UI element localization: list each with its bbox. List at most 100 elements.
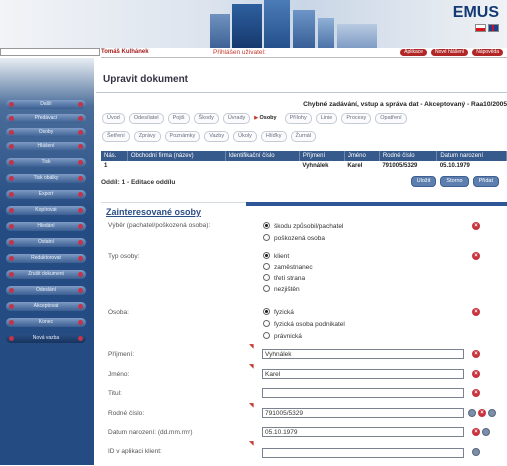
- typ-option-nezjisten[interactable]: nezjištěn: [263, 285, 300, 293]
- tab-setreni[interactable]: Šetření: [102, 131, 130, 142]
- titul-input[interactable]: [262, 388, 464, 398]
- titul-label: Titul:: [108, 390, 122, 397]
- datum-narozeni-input[interactable]: 05.10.1979: [262, 427, 464, 437]
- building-graphic: [210, 14, 230, 48]
- flag-cz-icon[interactable]: [475, 24, 486, 32]
- column-header[interactable]: Obchodní firma (název): [127, 151, 226, 161]
- settings-icon[interactable]: [488, 409, 496, 417]
- sidebar-item[interactable]: Akceptovat: [6, 302, 86, 311]
- tab-procesy[interactable]: Procesy: [341, 113, 372, 124]
- tab-poznamky[interactable]: Poznámky: [164, 131, 201, 142]
- tab-pojis[interactable]: Pojiš: [167, 113, 190, 124]
- table-cell: [127, 161, 225, 171]
- top-link-napoveda[interactable]: Nápověda: [472, 49, 503, 56]
- tab-zurnal[interactable]: Žurnál: [290, 131, 317, 142]
- table-cell: Karel: [347, 163, 363, 169]
- calendar-icon[interactable]: [482, 428, 490, 436]
- column-header[interactable]: Identifikační číslo: [225, 151, 300, 161]
- radio-icon[interactable]: [263, 274, 270, 281]
- vyber-option-poskozena[interactable]: poškozená osoba: [263, 234, 325, 242]
- flag-en-icon[interactable]: [488, 24, 499, 32]
- radio-selected-icon[interactable]: [263, 252, 270, 259]
- osoba-option-pravnicka[interactable]: právnická: [263, 332, 302, 340]
- sidebar-item[interactable]: Další: [6, 100, 86, 109]
- sidebar-item[interactable]: Export: [6, 190, 86, 199]
- table-row[interactable]: 1 Vyhnálek Karel 791005/5329 05.10.1979: [101, 161, 507, 171]
- tab-hlidky[interactable]: Hlíďky: [260, 131, 287, 142]
- tab-linie[interactable]: Linie: [315, 113, 338, 124]
- column-header[interactable]: Rodné číslo: [379, 151, 438, 161]
- prijmeni-input[interactable]: Vyhnálek: [262, 349, 464, 359]
- sidebar-item[interactable]: Odeslání: [6, 286, 86, 295]
- sidebar-item[interactable]: Tisk obálky: [6, 174, 86, 183]
- radio-selected-icon[interactable]: [263, 222, 270, 229]
- sidebar-item-selected[interactable]: Nová vazba: [6, 334, 86, 343]
- column-header[interactable]: Datum narození: [436, 151, 507, 161]
- osoba-option-fyzicka[interactable]: fyzická: [263, 308, 294, 316]
- tab-osoby[interactable]: Osoby: [254, 114, 280, 123]
- table-header-row: Nás. Obchodní firma (název) Identifikačn…: [101, 151, 507, 161]
- osoba-label: Osoba:: [108, 309, 129, 316]
- sidebar-item[interactable]: Redaktorovat: [6, 254, 86, 263]
- sidebar-item[interactable]: Osoby: [6, 128, 86, 137]
- id-aplikace-input[interactable]: [262, 448, 464, 458]
- typ-option-klient[interactable]: klient: [263, 252, 289, 260]
- column-header[interactable]: Nás.: [101, 151, 128, 161]
- osoba-option-podnikatel[interactable]: fyzická osoba podnikatel: [263, 320, 345, 328]
- rodne-cislo-input[interactable]: 791005/5329: [262, 408, 464, 418]
- tab-uvod[interactable]: Úvod: [102, 113, 125, 124]
- top-link-nove-hlaseni[interactable]: Nové hlášení: [431, 49, 469, 56]
- radio-icon[interactable]: [263, 285, 270, 292]
- delete-icon[interactable]: ×: [472, 252, 480, 260]
- radio-icon[interactable]: [263, 263, 270, 270]
- delete-icon[interactable]: ×: [472, 350, 480, 358]
- page-title: Upravit dokument: [103, 74, 189, 85]
- tab-prilohy[interactable]: Přílohy: [284, 113, 312, 124]
- radio-icon[interactable]: [263, 332, 270, 339]
- typ-option-zamestnanec[interactable]: zaměstnanec: [263, 263, 313, 271]
- column-header[interactable]: Jméno: [344, 151, 380, 161]
- info-icon[interactable]: [468, 409, 476, 417]
- info-icon[interactable]: [472, 448, 480, 456]
- sidebar-item[interactable]: Kopírovat: [6, 206, 86, 215]
- delete-icon[interactable]: ×: [472, 308, 480, 316]
- sidebar-item[interactable]: Předávací: [6, 114, 86, 123]
- cancel-button[interactable]: Storno: [440, 176, 469, 187]
- tab-uvrady[interactable]: Úvrady: [222, 113, 251, 124]
- delete-icon[interactable]: ×: [472, 428, 480, 436]
- sidebar-item[interactable]: Ostatní: [6, 238, 86, 247]
- sidebar-item[interactable]: Tisk: [6, 158, 86, 167]
- radio-selected-icon[interactable]: [263, 308, 270, 315]
- sidebar-item[interactable]: Konec: [6, 318, 86, 327]
- required-marker: ◥: [249, 344, 254, 350]
- delete-icon[interactable]: ×: [472, 370, 480, 378]
- top-link-aplikace[interactable]: Aplikace: [400, 49, 428, 56]
- typ-option-treti-strana[interactable]: třetí strana: [263, 274, 305, 282]
- jmeno-input[interactable]: Karel: [262, 369, 464, 379]
- delete-icon[interactable]: ×: [472, 222, 480, 230]
- tab-opatreni[interactable]: Opatření: [375, 113, 407, 124]
- sidebar-item[interactable]: Hlášení: [6, 142, 86, 151]
- tab-odesilatel[interactable]: Odesílatel: [128, 113, 164, 124]
- column-header[interactable]: Příjmení: [299, 151, 345, 161]
- add-button[interactable]: Přidat: [472, 176, 499, 187]
- tab-vazby[interactable]: Vazby: [204, 131, 230, 142]
- tab-ukoly[interactable]: Úkoly: [233, 131, 257, 142]
- radio-icon[interactable]: [263, 234, 270, 241]
- save-button[interactable]: Uložit: [410, 176, 437, 187]
- tab-skody[interactable]: Škody: [193, 113, 219, 124]
- id-aplikace-label: ID v aplikaci klient:: [108, 448, 162, 455]
- divider: [96, 92, 507, 93]
- sidebar-item[interactable]: Hledání: [6, 222, 86, 231]
- sidebar-item[interactable]: Zrušit dokument: [6, 270, 86, 279]
- search-box[interactable]: [0, 48, 100, 56]
- persons-table: Nás. Obchodní firma (název) Identifikačn…: [101, 151, 507, 171]
- radio-icon[interactable]: [263, 320, 270, 327]
- table-cell: 791005/5329: [382, 163, 418, 169]
- vyber-option-pachatel[interactable]: škodu způsobil/pachatel: [263, 222, 343, 230]
- delete-icon[interactable]: ×: [472, 389, 480, 397]
- tab-zpravy[interactable]: Zprávy: [133, 131, 161, 142]
- delete-icon[interactable]: ×: [478, 409, 486, 417]
- table-cell: [225, 161, 299, 171]
- user-label: Přihlášen uživatel:: [213, 49, 266, 56]
